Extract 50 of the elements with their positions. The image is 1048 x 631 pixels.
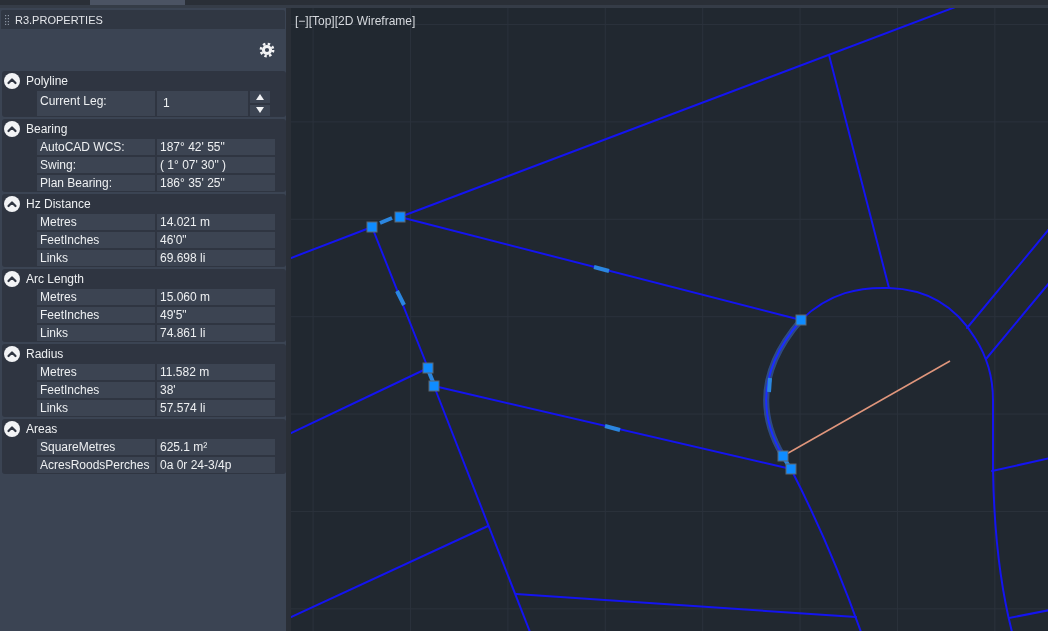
property-name-cell: Metres: [37, 214, 155, 230]
property-name-cell: Links: [37, 250, 155, 266]
panel-title: R3.PROPERTIES: [15, 12, 103, 27]
property-name-cell: FeetInches: [37, 232, 155, 248]
collapse-icon[interactable]: [4, 345, 20, 362]
section-title: Polyline: [26, 73, 69, 88]
decrement-button[interactable]: [250, 104, 270, 116]
viewport-label[interactable]: [−][Top][2D Wireframe]: [295, 14, 416, 28]
property-value-cell: 11.582 m: [157, 364, 275, 380]
property-value-cell: 49'5": [157, 307, 275, 323]
property-value-cell: 0a 0r 24-3/4p: [157, 457, 275, 473]
section-title: Radius: [26, 346, 64, 361]
property-value-cell: 187° 42' 55": [157, 139, 275, 155]
property-value-cell: 38': [157, 382, 275, 398]
property-value-cell: 69.698 li: [157, 250, 275, 266]
collapse-icon[interactable]: [4, 120, 20, 137]
spinner-field[interactable]: 1: [157, 91, 248, 116]
property-name-cell: Metres: [37, 364, 155, 380]
collapse-icon[interactable]: [4, 195, 20, 212]
property-name-cell: SquareMetres: [37, 439, 155, 455]
property-name-cell: Links: [37, 325, 155, 341]
settings-icon[interactable]: [259, 42, 275, 58]
property-value-cell: 46'0": [157, 232, 275, 248]
drag-handle-icon[interactable]: [5, 14, 9, 25]
collapse-icon[interactable]: [4, 420, 20, 437]
property-value-cell: ( 1° 07' 30" ): [157, 157, 275, 173]
property-name-cell: AcresRoodsPerches: [37, 457, 155, 473]
collapse-icon[interactable]: [4, 270, 20, 287]
property-name-cell: Current Leg:: [37, 91, 155, 116]
property-value-cell: 14.021 m: [157, 214, 275, 230]
down-triangle-icon: [256, 107, 264, 114]
section-title: Arc Length: [26, 271, 85, 286]
collapse-icon[interactable]: [4, 72, 20, 89]
property-value-cell: 625.1 m²: [157, 439, 275, 455]
section-title: Bearing: [26, 121, 68, 136]
property-value-cell: 15.060 m: [157, 289, 275, 305]
up-triangle-icon: [256, 93, 264, 100]
property-name-cell: Swing:: [37, 157, 155, 173]
property-value-cell: 57.574 li: [157, 400, 275, 416]
property-name-cell: Plan Bearing:: [37, 175, 155, 191]
section-title: Areas: [26, 421, 58, 436]
section-title: Hz Distance: [26, 196, 91, 211]
property-name-cell: Links: [37, 400, 155, 416]
increment-button[interactable]: [250, 91, 270, 103]
property-name-cell: FeetInches: [37, 307, 155, 323]
property-name-cell: Metres: [37, 289, 155, 305]
property-value-cell: 186° 35' 25": [157, 175, 275, 191]
property-name-cell: FeetInches: [37, 382, 155, 398]
property-name-cell: AutoCAD WCS:: [37, 139, 155, 155]
property-value-cell: 74.861 li: [157, 325, 275, 341]
